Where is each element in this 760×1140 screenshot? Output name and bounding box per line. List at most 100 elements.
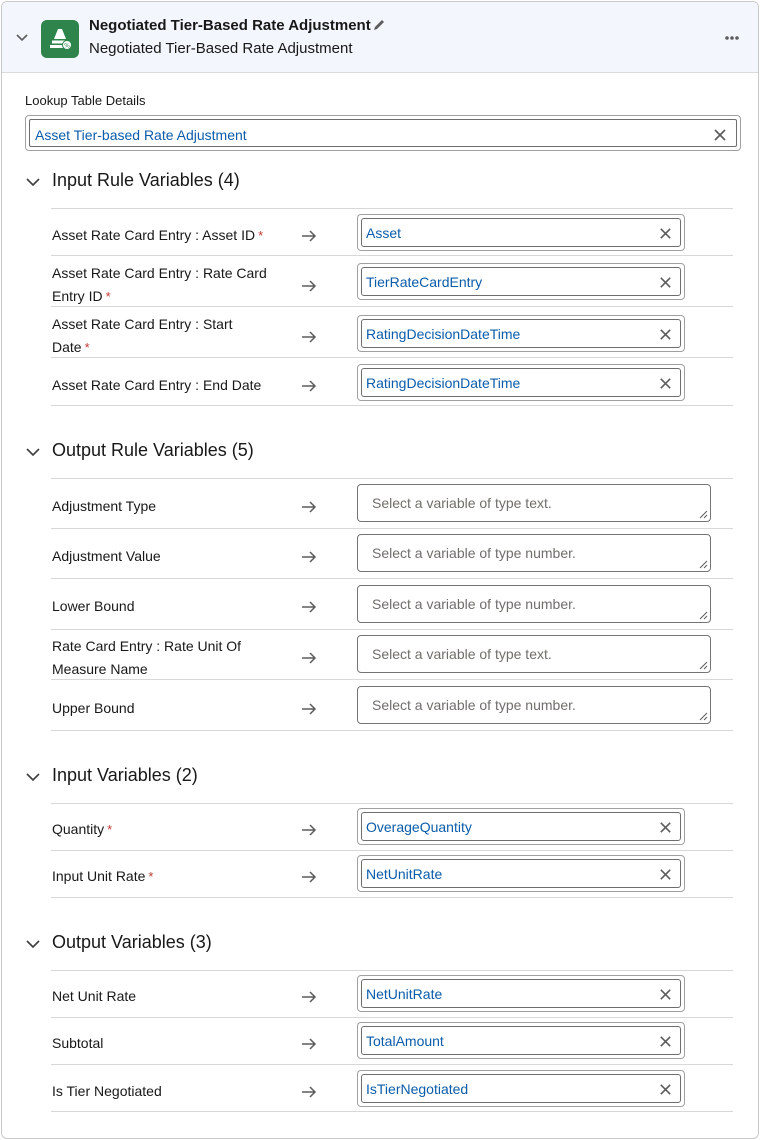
card-header: % Negotiated Tier-Based Rate Adjustment … <box>2 2 758 73</box>
arrow-right-icon <box>302 551 317 563</box>
variable-textarea[interactable]: Select a variable of type text. <box>357 635 711 673</box>
variable-value[interactable]: TierRateCardEntry <box>366 274 482 290</box>
close-icon[interactable] <box>712 127 728 143</box>
variable-value[interactable]: RatingDecisionDateTime <box>366 375 520 391</box>
lookup-table-field[interactable]: Asset Tier-based Rate Adjustment <box>25 115 741 151</box>
variable-pill[interactable]: TotalAmount <box>357 1022 685 1059</box>
divider <box>51 306 733 307</box>
arrow-right-icon <box>302 601 317 613</box>
close-icon[interactable] <box>658 376 673 391</box>
divider <box>51 357 733 358</box>
resize-handle-icon[interactable] <box>698 711 708 721</box>
rule-card: % Negotiated Tier-Based Rate Adjustment … <box>1 1 759 1139</box>
variable-pill[interactable]: TierRateCardEntry <box>357 263 685 300</box>
arrow-right-icon <box>302 871 317 883</box>
variable-pill[interactable]: Asset <box>357 214 685 251</box>
variable-textarea[interactable]: Select a variable of type number. <box>357 534 711 572</box>
arrow-right-icon <box>302 331 317 343</box>
variable-value[interactable]: NetUnitRate <box>366 986 442 1002</box>
arrow-right-icon <box>302 991 317 1003</box>
divider <box>51 528 733 529</box>
arrow-right-icon <box>302 280 317 292</box>
variable-label: Asset Rate Card Entry : Asset ID * <box>52 227 264 243</box>
variable-value[interactable]: OverageQuantity <box>366 819 472 835</box>
section-title: Output Rule Variables (5) <box>52 440 254 460</box>
variable-label: Rate Card Entry : Rate Unit Of Measure Na… <box>52 638 242 677</box>
variable-value[interactable]: IsTierNegotiated <box>366 1081 468 1097</box>
variable-pill[interactable]: RatingDecisionDateTime <box>357 315 685 352</box>
divider <box>51 1111 733 1112</box>
divider <box>51 730 733 731</box>
resize-handle-icon[interactable] <box>698 559 708 569</box>
divider <box>51 478 733 479</box>
resize-handle-icon[interactable] <box>698 509 708 519</box>
divider <box>51 850 733 851</box>
variable-textarea[interactable]: Select a variable of type text. <box>357 484 711 522</box>
chevron-down-icon[interactable] <box>25 936 41 952</box>
arrow-right-icon <box>302 1086 317 1098</box>
divider <box>51 803 733 804</box>
variable-pill[interactable]: IsTierNegotiated <box>357 1070 685 1107</box>
chevron-down-icon[interactable] <box>25 769 41 785</box>
tier-rate-icon: % <box>41 20 79 58</box>
close-icon[interactable] <box>658 327 673 342</box>
divider <box>51 970 733 971</box>
arrow-right-icon <box>302 380 317 392</box>
variable-label: Upper Bound <box>52 700 135 716</box>
variable-label: Is Tier Negotiated <box>52 1083 162 1099</box>
divider <box>51 1017 733 1018</box>
divider <box>51 1064 733 1065</box>
textarea-placeholder: Select a variable of type number. <box>372 596 576 612</box>
close-icon[interactable] <box>658 1034 673 1049</box>
divider <box>51 255 733 256</box>
variable-value[interactable]: RatingDecisionDateTime <box>366 326 520 342</box>
variable-label: Lower Bound <box>52 598 135 614</box>
divider <box>51 405 733 406</box>
arrow-right-icon <box>302 652 317 664</box>
close-icon[interactable] <box>658 820 673 835</box>
arrow-right-icon <box>302 824 317 836</box>
close-icon[interactable] <box>658 867 673 882</box>
variable-pill[interactable]: OverageQuantity <box>357 808 685 845</box>
chevron-down-icon[interactable] <box>25 444 41 460</box>
variable-label: Input Unit Rate * <box>52 868 154 884</box>
variable-pill[interactable]: RatingDecisionDateTime <box>357 364 685 401</box>
variable-textarea[interactable]: Select a variable of type number. <box>357 585 711 623</box>
textarea-placeholder: Select a variable of type number. <box>372 545 576 561</box>
close-icon[interactable] <box>658 1082 673 1097</box>
arrow-right-icon <box>302 1038 317 1050</box>
resize-handle-icon[interactable] <box>698 610 708 620</box>
variable-textarea[interactable]: Select a variable of type number. <box>357 686 711 724</box>
lookup-label: Lookup Table Details <box>25 93 146 108</box>
close-icon[interactable] <box>658 275 673 290</box>
close-icon[interactable] <box>658 987 673 1002</box>
textarea-placeholder: Select a variable of type text. <box>372 646 552 662</box>
svg-text:%: % <box>64 43 70 50</box>
section-title: Input Variables (2) <box>52 765 198 785</box>
divider <box>51 578 733 579</box>
textarea-placeholder: Select a variable of type number. <box>372 697 576 713</box>
pencil-icon[interactable] <box>372 18 386 32</box>
lookup-table-value[interactable]: Asset Tier-based Rate Adjustment <box>35 127 247 143</box>
section-title: Output Variables (3) <box>52 932 212 952</box>
divider <box>51 679 733 680</box>
chevron-down-icon[interactable] <box>25 174 41 190</box>
rule-subtitle: Negotiated Tier-Based Rate Adjustment <box>89 40 353 57</box>
rule-title: Negotiated Tier-Based Rate Adjustment <box>89 17 371 34</box>
variable-pill[interactable]: NetUnitRate <box>357 855 685 892</box>
divider <box>51 629 733 630</box>
variable-value[interactable]: NetUnitRate <box>366 866 442 882</box>
divider <box>51 208 733 209</box>
variable-pill[interactable]: NetUnitRate <box>357 975 685 1012</box>
chevron-down-icon[interactable] <box>14 30 30 46</box>
resize-handle-icon[interactable] <box>698 660 708 670</box>
variable-label: Asset Rate Card Entry : Rate Card Entry I… <box>52 265 267 304</box>
arrow-right-icon <box>302 703 317 715</box>
variable-label: Adjustment Type <box>52 498 157 514</box>
more-actions-icon[interactable] <box>718 28 746 48</box>
variable-value[interactable]: TotalAmount <box>366 1033 444 1049</box>
close-icon[interactable] <box>658 226 673 241</box>
variable-label: Adjustment Value <box>52 548 161 564</box>
variable-label: Subtotal <box>52 1035 104 1051</box>
variable-value[interactable]: Asset <box>366 225 401 241</box>
